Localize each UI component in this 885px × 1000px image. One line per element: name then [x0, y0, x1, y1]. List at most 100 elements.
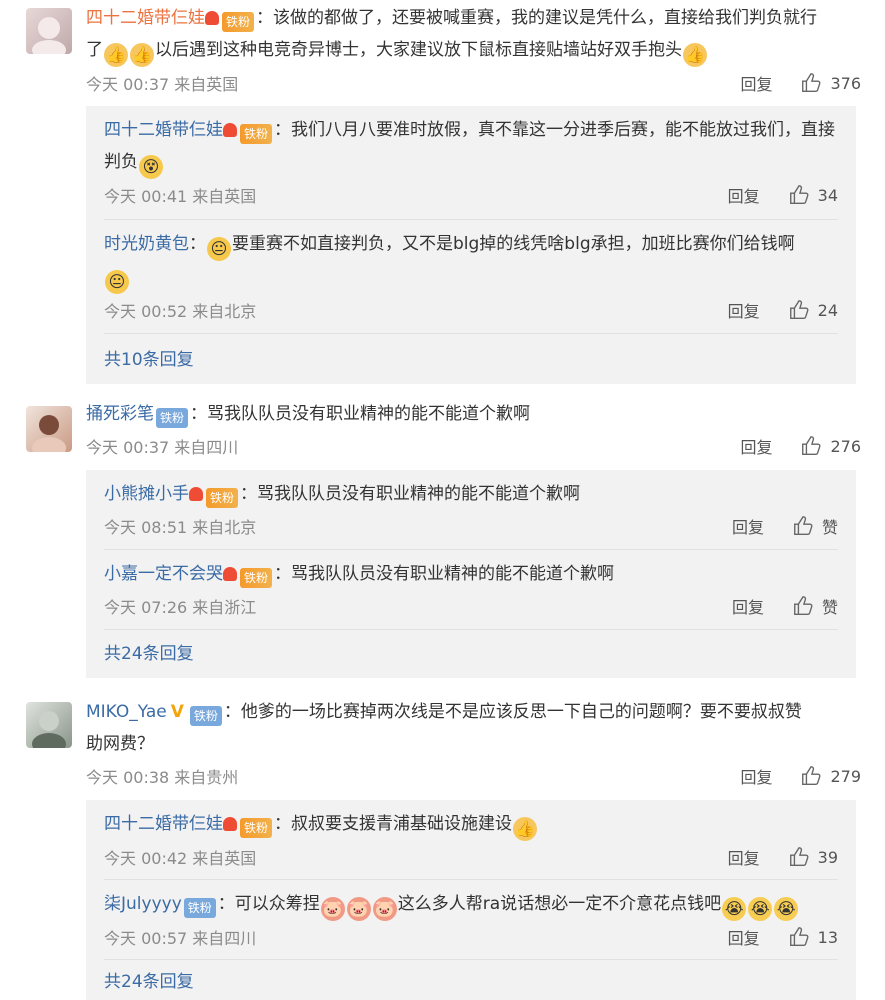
- reply-meta: 今天 00:52 来自北京 回复 24: [104, 294, 838, 326]
- username[interactable]: 四十二婚带仨娃: [104, 814, 223, 834]
- thumbs-up-icon: [789, 300, 809, 319]
- timestamp-location: 今天 08:51 来自北京: [104, 518, 257, 537]
- more-replies-link[interactable]: 共24条回复: [104, 630, 838, 670]
- comment-body: 捅死彩笔 铁粉 ：骂我队队员没有职业精神的能不能道个歉啊 今天 00:37 来自四川…: [86, 398, 861, 462]
- fan-badge[interactable]: 铁粉: [240, 568, 273, 588]
- comment-text: 四十二婚带仨娃 铁粉 ：该做的都做了，还要被喊重赛，我的建议是凭什么，直接给我们判负…: [86, 2, 861, 67]
- fan-heart-icon: [223, 567, 237, 581]
- timestamp-location: 今天 07:26 来自浙江: [104, 598, 257, 617]
- reply-actions: 回复 39: [728, 845, 838, 869]
- avatar[interactable]: [26, 8, 72, 54]
- reply-content-b: 这么多人帮ra说话想必一定不介意花点钱吧: [397, 894, 722, 914]
- timestamp-location: 今天 00:52 来自北京: [104, 302, 257, 321]
- comment-meta: 今天 00:37 来自四川 回复 276: [86, 430, 861, 462]
- username[interactable]: 时光奶黄包: [104, 234, 189, 254]
- avatar-image-icon: [32, 415, 66, 452]
- more-replies-link[interactable]: 共10条回复: [104, 334, 838, 376]
- reply-box: 四十二婚带仨娃 铁粉 ：叔叔要支援青浦基础设施建设 👍 今天 00:42 来自英国 回…: [86, 800, 856, 1000]
- comment-actions: 回复 276: [740, 434, 861, 458]
- reply-button[interactable]: 回复: [728, 925, 760, 949]
- like-count: 276: [830, 436, 861, 456]
- like-button[interactable]: 24: [788, 299, 838, 321]
- like-count: 34: [817, 185, 838, 205]
- comment-feed: 四十二婚带仨娃 铁粉 ：该做的都做了，还要被喊重赛，我的建议是凭什么，直接给我们判负…: [0, 0, 885, 1000]
- avatar[interactable]: [26, 406, 72, 452]
- fan-badge[interactable]: 铁粉: [189, 706, 222, 726]
- reply-item: 小嘉一定不会哭 铁粉 ：骂我队队员没有职业精神的能不能道个歉啊 今天 07:26 来…: [104, 550, 838, 630]
- reply-button[interactable]: 回复: [728, 183, 760, 207]
- comment-text: MIKO_Yae V 铁粉 ：他爹的一场比赛掉两次线是不是应该反思一下自己的问题啊？要…: [86, 696, 861, 760]
- reply-text: 小熊摊小手 铁粉 ：骂我队队员没有职业精神的能不能道个歉啊: [104, 478, 838, 510]
- reply-content: ：可以众筹捏: [217, 894, 320, 914]
- reply-meta: 今天 08:51 来自北京 回复 赞: [104, 510, 838, 542]
- fan-heart-icon: [205, 11, 219, 25]
- comment-body: MIKO_Yae V 铁粉 ：他爹的一场比赛掉两次线是不是应该反思一下自己的问题啊？要…: [86, 696, 861, 792]
- reply-button[interactable]: 回复: [740, 434, 772, 458]
- fan-badge[interactable]: 铁粉: [222, 12, 255, 32]
- username[interactable]: 四十二婚带仨娃: [104, 120, 223, 140]
- username[interactable]: 小嘉一定不会哭: [104, 564, 223, 584]
- crying-face-emoji-icon: 😭: [774, 897, 799, 921]
- like-button[interactable]: 279: [800, 765, 861, 787]
- timestamp-location: 今天 00:57 来自四川: [104, 929, 257, 948]
- username[interactable]: MIKO_Yae: [86, 702, 167, 722]
- like-button[interactable]: 赞: [792, 514, 838, 538]
- reply-item: 柒Julyyyy 铁粉 ：可以众筹捏 🐷 🐷 🐷 这么多人帮ra说话想必一定不介意花点钱吧 😭…: [104, 880, 838, 960]
- reply-button[interactable]: 回复: [728, 845, 760, 869]
- fan-heart-icon: [189, 487, 203, 501]
- timestamp-location: 今天 00:38 来自贵州: [86, 768, 239, 787]
- thumbs-up-emoji-icon: 👍: [130, 43, 154, 67]
- username[interactable]: 柒Julyyyy: [104, 894, 182, 914]
- reply-button[interactable]: 回复: [728, 298, 760, 322]
- reply-actions: 回复 34: [728, 183, 838, 207]
- reply-button[interactable]: 回复: [740, 71, 772, 95]
- reply-actions: 回复 24: [728, 298, 838, 322]
- thumbs-up-emoji-icon: 👍: [513, 817, 538, 841]
- like-count: 13: [817, 927, 838, 947]
- reply-text: 小嘉一定不会哭 铁粉 ：骂我队队员没有职业精神的能不能道个歉啊: [104, 558, 838, 590]
- reply-actions: 回复 赞: [732, 594, 838, 618]
- fan-badge[interactable]: 铁粉: [183, 898, 216, 918]
- reply-content: ：骂我队队员没有职业精神的能不能道个歉啊: [274, 564, 615, 584]
- like-button[interactable]: 39: [788, 846, 838, 868]
- thumbs-up-icon: [794, 516, 813, 535]
- like-button[interactable]: 276: [800, 435, 861, 457]
- fan-heart-icon: [223, 123, 237, 137]
- username[interactable]: 四十二婚带仨娃: [86, 8, 205, 28]
- fan-badge[interactable]: 铁粉: [240, 818, 273, 838]
- reply-button[interactable]: 回复: [732, 514, 764, 538]
- fan-badge[interactable]: 铁粉: [156, 408, 189, 428]
- reply-colon: ：: [189, 234, 206, 254]
- timestamp-location: 今天 00:37 来自四川: [86, 438, 239, 457]
- like-button[interactable]: 376: [800, 72, 861, 94]
- crying-face-emoji-icon: 😭: [722, 897, 747, 921]
- reply-actions: 回复 赞: [732, 514, 838, 538]
- like-button[interactable]: 赞: [792, 594, 838, 618]
- fan-badge[interactable]: 铁粉: [240, 124, 273, 144]
- reply-box: 小熊摊小手 铁粉 ：骂我队队员没有职业精神的能不能道个歉啊 今天 08:51 来自北…: [86, 470, 856, 678]
- comment-text-line2b: 以后遇到这种电竞奇异博士，大家建议放下鼠标直接贴墙站好双手抱头: [155, 40, 682, 60]
- comment-meta: 今天 00:38 来自贵州 回复 279: [86, 760, 861, 792]
- like-count: 376: [830, 73, 861, 93]
- reply-content: 要重赛不如直接判负，又不是blg掉的线凭啥blg承担，加班比赛你们给钱啊: [232, 234, 795, 254]
- like-button[interactable]: 13: [788, 926, 838, 948]
- timestamp-location: 今天 00:37 来自英国: [86, 75, 239, 94]
- comment-text-line1: ：该做的都做了，还要被喊重赛，我的建议是凭什么，直接给我们判负就行: [256, 8, 818, 28]
- more-replies-link[interactable]: 共24条回复: [104, 960, 838, 998]
- username[interactable]: 捅死彩笔: [86, 404, 154, 424]
- thumbs-up-icon: [789, 185, 809, 204]
- thumbs-up-icon: [802, 766, 821, 785]
- reply-button[interactable]: 回复: [740, 764, 772, 788]
- like-label: 赞: [821, 598, 838, 617]
- comment-actions: 回复 376: [740, 71, 861, 95]
- pig-face-emoji-icon: 🐷: [320, 897, 345, 921]
- reply-button[interactable]: 回复: [732, 594, 764, 618]
- username[interactable]: 小熊摊小手: [104, 484, 189, 504]
- face-emoji-icon: 😐: [207, 237, 231, 261]
- avatar[interactable]: [26, 702, 72, 748]
- like-button[interactable]: 34: [788, 184, 838, 206]
- thumbs-up-icon: [802, 436, 821, 455]
- pig-face-emoji-icon: 🐷: [346, 897, 371, 921]
- fan-badge[interactable]: 铁粉: [206, 488, 239, 508]
- verified-v-icon: V: [170, 702, 184, 722]
